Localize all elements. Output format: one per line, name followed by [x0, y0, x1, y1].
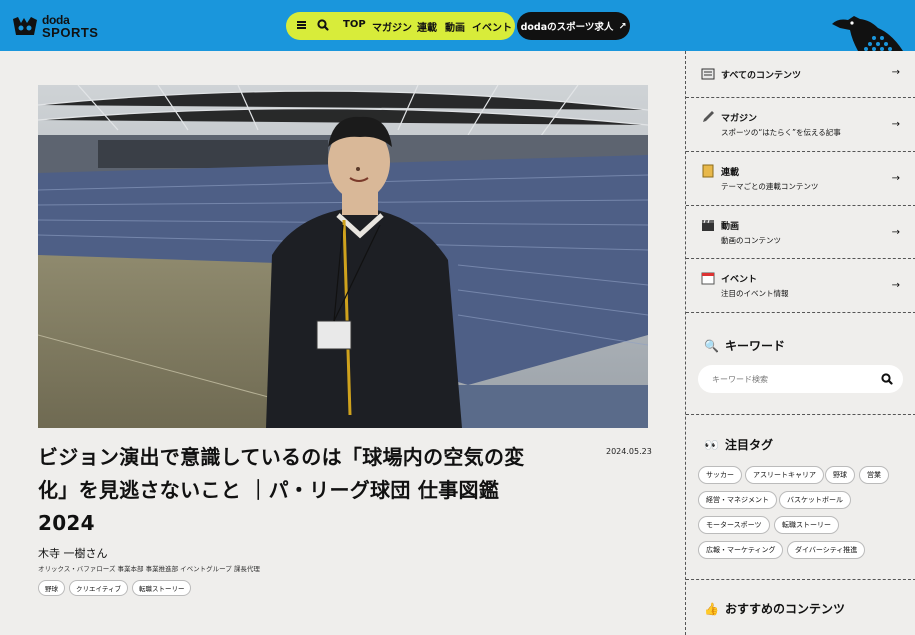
sidebar-item-series[interactable]: 連載 テーマごとの連載コンテンツ → [686, 152, 915, 206]
article-tags: 野球 クリエイティブ 転職ストーリー [38, 580, 192, 596]
sidebar-item-video[interactable]: 動画 動画のコンテンツ → [686, 206, 915, 259]
sidebar-item-label: 連載 [721, 168, 740, 178]
external-arrow-icon: ↗ [618, 20, 627, 32]
book-icon [702, 164, 714, 178]
site-logo[interactable]: doda SPORTS [12, 13, 98, 39]
hero-image [38, 85, 648, 428]
sidebar-item-label: すべてのコンテンツ [721, 71, 802, 81]
sidebar-item-sub: 動画のコンテンツ [721, 236, 781, 245]
recommended-label: おすすめのコンテンツ [724, 602, 845, 616]
nav-top[interactable]: TOP [343, 19, 366, 30]
arrow-right-icon: → [891, 173, 900, 184]
sidebar-item-label: イベント [721, 275, 758, 285]
nav-event[interactable]: イベント [472, 19, 512, 34]
featured-tags-heading: 👀 注目タグ [704, 436, 773, 453]
arrow-right-icon: → [891, 119, 900, 130]
logo-bird-icon [13, 17, 37, 35]
arrow-right-icon: → [891, 280, 900, 291]
search-icon[interactable] [880, 372, 894, 386]
sidebar-item-label: 動画 [721, 222, 740, 232]
tag-chip[interactable]: 広報・マーケティング [698, 541, 784, 559]
tag-chip[interactable]: 営業 [859, 466, 889, 484]
clapper-icon [702, 219, 714, 231]
tag-chip[interactable]: 転職ストーリー [774, 516, 839, 534]
author-name: 木寺 一樹さん [38, 547, 108, 560]
sidebar: すべてのコンテンツ → マガジン スポーツの“はたらく”を伝える記事 → 連載 … [685, 51, 915, 635]
sidebar-item-magazine[interactable]: マガジン スポーツの“はたらく”を伝える記事 → [686, 98, 915, 152]
newspaper-icon [701, 68, 715, 80]
arrow-right-icon: → [891, 227, 900, 238]
article-tag[interactable]: クリエイティブ [69, 580, 128, 596]
keyword-heading: 🔍 キーワード [704, 337, 785, 354]
article-date: 2024.05.23 [606, 447, 652, 456]
tag-chip[interactable]: モータースポーツ [698, 516, 770, 534]
sidebar-item-sub: 注目のイベント情報 [721, 289, 789, 298]
divider [686, 579, 915, 580]
tag-chip[interactable]: バスケットボール [779, 491, 851, 509]
sidebar-item-sub: スポーツの“はたらく”を伝える記事 [721, 128, 841, 137]
divider [686, 414, 915, 415]
nav-video[interactable]: 動画 [445, 19, 465, 34]
thumbs-up-icon: 👍 [704, 601, 719, 616]
article-tag[interactable]: 転職ストーリー [131, 580, 192, 596]
logo-text-sports: SPORTS [42, 24, 99, 40]
sidebar-item-event[interactable]: イベント 注目のイベント情報 → [686, 259, 915, 313]
sidebar-item-all[interactable]: すべてのコンテンツ → [686, 51, 915, 98]
article-title: ビジョン演出で意識しているのは「球場内の空気の変化」を見逃さないこと ｜パ・リー… [38, 445, 525, 535]
keyword-search-input[interactable] [698, 365, 903, 393]
magnifier-icon: 🔍 [704, 338, 719, 353]
sports-jobs-label: dodaのスポーツ求人 [520, 22, 614, 33]
sports-jobs-button[interactable]: dodaのスポーツ求人 ↗ [517, 12, 630, 40]
nav-series[interactable]: 連載 [417, 19, 437, 34]
nav-magazine[interactable]: マガジン [372, 19, 412, 34]
logo-text-doda: doda [42, 12, 70, 27]
sidebar-item-label: マガジン [721, 114, 758, 124]
author-role: オリックス・バファローズ 事業本部 事業推進部 イベントグループ 課長代理 [38, 565, 260, 573]
pen-icon [703, 111, 714, 122]
article-tag[interactable]: 野球 [38, 580, 65, 596]
tag-chip[interactable]: ダイバーシティ推進 [787, 541, 866, 559]
mascot-bird-icon [832, 16, 903, 51]
featured-tags-label: 注目タグ [724, 438, 773, 452]
tag-chip[interactable]: 経営・マネジメント [698, 491, 777, 509]
calendar-icon [701, 272, 715, 285]
tag-chip[interactable]: サッカー [698, 466, 742, 484]
tag-chip[interactable]: 野球 [825, 466, 855, 484]
sidebar-item-sub: テーマごとの連載コンテンツ [721, 182, 819, 191]
menu-icon[interactable] [297, 21, 306, 29]
recommended-heading: 👍 おすすめのコンテンツ [704, 600, 845, 617]
eyes-icon: 👀 [704, 437, 719, 452]
arrow-right-icon: → [891, 67, 900, 78]
keyword-heading-label: キーワード [724, 339, 785, 353]
tag-chip[interactable]: アスリートキャリア [745, 466, 824, 484]
search-icon[interactable] [316, 18, 330, 32]
